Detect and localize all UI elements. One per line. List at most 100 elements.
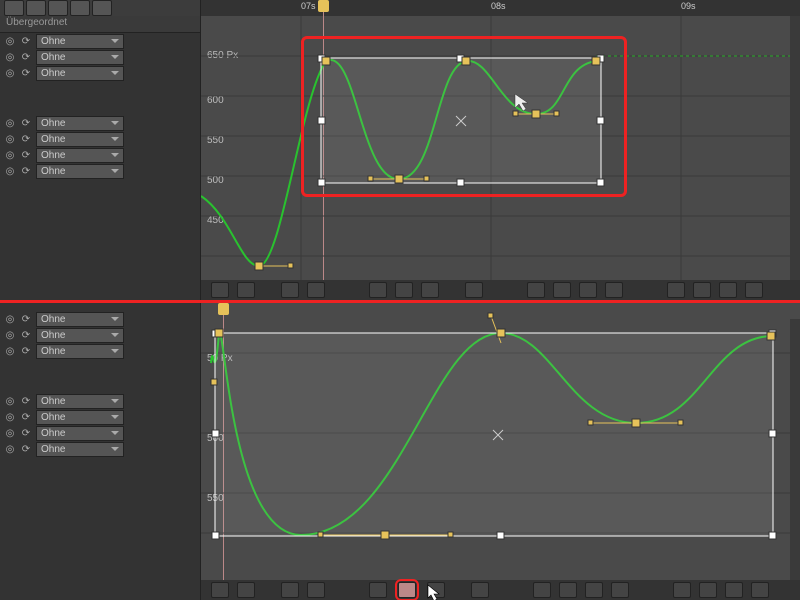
auto-bezier-icon[interactable] [667,282,685,298]
fit-icon[interactable] [395,282,413,298]
layer-row[interactable]: ◎ ⟳ Ohne [0,393,200,409]
select-icon[interactable] [237,582,255,598]
bezier-icon[interactable] [725,582,743,598]
shy-toggle-icon[interactable]: ◎ [4,427,16,439]
select-icon[interactable] [237,282,255,298]
tool-icon[interactable] [48,0,68,16]
zoom-icon[interactable] [369,282,387,298]
snap-icon[interactable] [307,282,325,298]
tool-icon[interactable] [4,0,24,16]
ease-in-icon[interactable] [553,282,571,298]
vertical-scrollbar[interactable] [790,16,800,280]
link-icon[interactable]: ⟳ [20,329,32,341]
parent-dropdown[interactable]: Ohne [36,410,124,425]
shy-toggle-icon[interactable]: ◎ [4,329,16,341]
layer-row[interactable]: ◎ ⟳ Ohne [0,425,200,441]
link-icon[interactable]: ⟳ [20,133,32,145]
keyframe[interactable] [767,332,775,340]
easy-ease-icon[interactable] [533,582,551,598]
layer-row[interactable]: ◎ ⟳ Ohne [0,327,200,343]
cti-head-icon[interactable] [318,0,329,12]
shy-toggle-icon[interactable]: ◎ [4,443,16,455]
link-icon[interactable]: ⟳ [20,117,32,129]
link-icon[interactable]: ⟳ [20,411,32,423]
parent-dropdown[interactable]: Ohne [36,328,124,343]
link-icon[interactable]: ⟳ [20,443,32,455]
snap-icon[interactable] [307,582,325,598]
shy-toggle-icon[interactable]: ◎ [4,165,16,177]
link-icon[interactable]: ⟳ [20,345,32,357]
shy-toggle-icon[interactable]: ◎ [4,345,16,357]
layer-row[interactable]: ◎ ⟳ Ohne [0,343,200,359]
vertical-scrollbar[interactable] [790,319,800,580]
link-icon[interactable]: ⟳ [20,165,32,177]
parent-dropdown[interactable]: Ohne [36,312,124,327]
link-icon[interactable]: ⟳ [20,313,32,325]
parent-dropdown[interactable]: Ohne [36,164,124,179]
shy-toggle-icon[interactable]: ◎ [4,411,16,423]
keyframe[interactable] [215,329,223,337]
link-icon[interactable]: ⟳ [20,395,32,407]
hold-icon[interactable] [745,282,763,298]
linear-icon[interactable] [611,582,629,598]
layer-row[interactable]: ◎ ⟳ Ohne [0,65,200,81]
auto-bezier-icon[interactable] [673,582,691,598]
link-icon[interactable]: ⟳ [20,149,32,161]
tool-icon[interactable] [26,0,46,16]
shy-toggle-icon[interactable]: ◎ [4,395,16,407]
parent-dropdown[interactable]: Ohne [36,116,124,131]
layer-row[interactable]: ◎ ⟳ Ohne [0,131,200,147]
selection-view-icon[interactable] [421,282,439,298]
parent-dropdown[interactable]: Ohne [36,426,124,441]
fit-icon[interactable] [398,582,416,598]
parent-dropdown[interactable]: Ohne [36,394,124,409]
zoom-icon[interactable] [369,582,387,598]
ease-out-icon[interactable] [585,582,603,598]
layer-row[interactable]: ◎⟳Ohne [0,147,200,163]
parent-dropdown[interactable]: Ohne [36,442,124,457]
layer-row[interactable]: ◎ ⟳ Ohne [0,163,200,179]
parent-dropdown[interactable]: Ohne [36,66,124,81]
hold-icon[interactable] [751,582,769,598]
parent-dropdown[interactable]: Ohne [36,344,124,359]
layer-row[interactable]: ◎ ⟳ Ohne [0,33,200,49]
tool-icon[interactable] [92,0,112,16]
parent-dropdown[interactable]: Ohne [36,50,124,65]
bottom-graph-editor[interactable]: 50 Px 500 550 [201,303,800,600]
tool-icon[interactable] [70,0,90,16]
parent-dropdown[interactable]: Ohne [36,132,124,147]
continuous-bezier-icon[interactable] [693,282,711,298]
top-graph-editor[interactable]: 07s 08s 09s 650 Px 600 550 500 450 [201,0,800,300]
keyframe[interactable] [255,262,263,270]
graph-editor-icon[interactable] [281,282,299,298]
link-icon[interactable]: ⟳ [20,51,32,63]
shy-toggle-icon[interactable]: ◎ [4,51,16,63]
bezier-icon[interactable] [719,282,737,298]
layer-row[interactable]: ◎ ⟳ Ohne [0,115,200,131]
time-ruler[interactable]: 07s 08s 09s [201,0,800,16]
layer-row[interactable]: ◎⟳Ohne [0,311,200,327]
shy-toggle-icon[interactable]: ◎ [4,67,16,79]
keyframe[interactable] [381,531,389,539]
link-icon[interactable]: ⟳ [20,35,32,47]
keyframe[interactable] [632,419,640,427]
shy-toggle-icon[interactable]: ◎ [4,133,16,145]
layer-row[interactable]: ◎ ⟳ Ohne [0,441,200,457]
easy-ease-icon[interactable] [527,282,545,298]
graph-editor-icon[interactable] [281,582,299,598]
linear-icon[interactable] [605,282,623,298]
link-icon[interactable]: ⟳ [20,67,32,79]
shy-toggle-icon[interactable]: ◎ [4,117,16,129]
separate-dims-icon[interactable] [471,582,489,598]
layer-row[interactable]: ◎ ⟳ Ohne [0,49,200,65]
eye-icon[interactable] [211,582,229,598]
keyframe[interactable] [497,329,505,337]
layer-row[interactable]: ◎ ⟳ Ohne [0,409,200,425]
shy-toggle-icon[interactable]: ◎ [4,149,16,161]
ease-in-icon[interactable] [559,582,577,598]
link-icon[interactable]: ⟳ [20,427,32,439]
shy-toggle-icon[interactable]: ◎ [4,35,16,47]
continuous-bezier-icon[interactable] [699,582,717,598]
separate-dims-icon[interactable] [465,282,483,298]
parent-dropdown[interactable]: Ohne [36,34,124,49]
